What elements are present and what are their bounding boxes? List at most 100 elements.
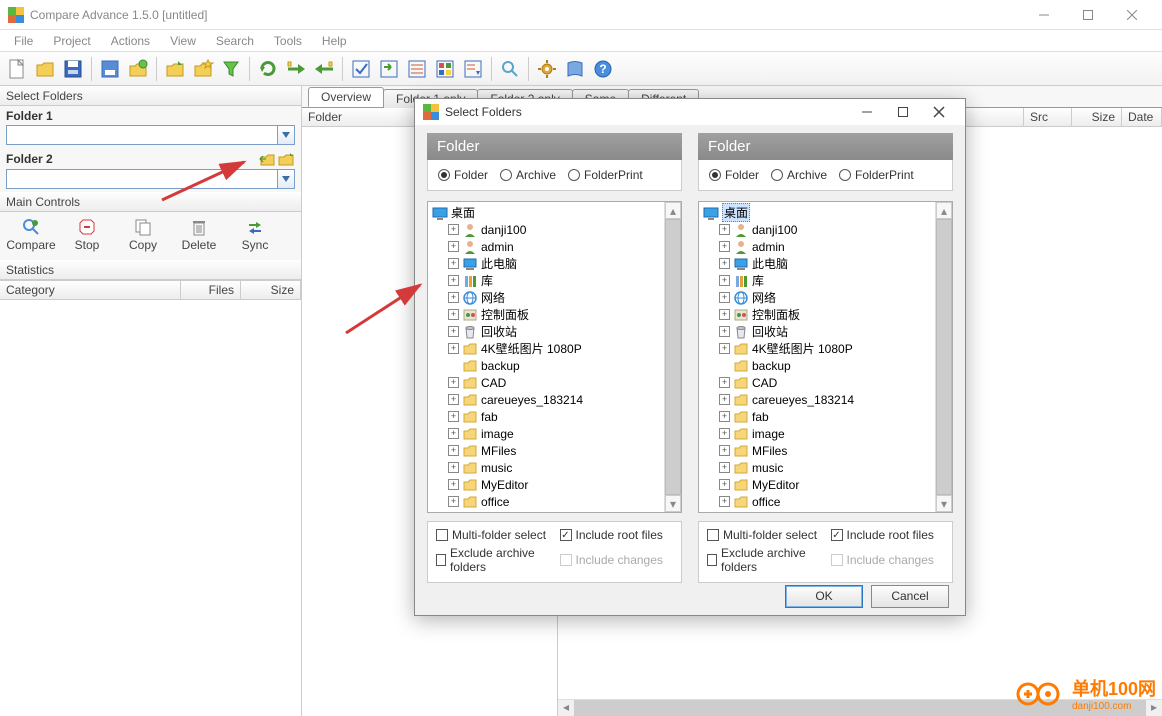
- right-radio-archive[interactable]: Archive: [771, 168, 827, 182]
- left-tree-scrollbar[interactable]: ▴▾: [664, 202, 681, 512]
- col-size[interactable]: Size: [1072, 108, 1122, 126]
- left-tree[interactable]: 桌面+danji100+admin+此电脑+库+网络+控制面板+回收站+4K壁纸…: [427, 201, 682, 513]
- col-date[interactable]: Date: [1122, 108, 1162, 126]
- copy-button[interactable]: Copy: [116, 216, 170, 252]
- menu-project[interactable]: Project: [43, 32, 100, 50]
- check-icon[interactable]: [348, 56, 374, 82]
- browse-folder-icon[interactable]: [277, 151, 295, 167]
- tree-node[interactable]: +网络: [701, 289, 950, 306]
- folder2-dropdown[interactable]: [277, 169, 295, 189]
- gear-icon[interactable]: [534, 56, 560, 82]
- tree-node[interactable]: +MFiles: [430, 442, 679, 459]
- book-icon[interactable]: [562, 56, 588, 82]
- tree-node[interactable]: +库: [430, 272, 679, 289]
- swap-folders-icon[interactable]: [258, 151, 276, 167]
- dialog-maximize-button[interactable]: [885, 99, 921, 125]
- dialog-minimize-button[interactable]: [849, 99, 885, 125]
- tree-node[interactable]: +CAD: [701, 374, 950, 391]
- tree-node[interactable]: 桌面: [430, 204, 679, 221]
- tree-node[interactable]: 桌面: [701, 204, 950, 221]
- tree-node[interactable]: +office: [701, 493, 950, 510]
- list-down-icon[interactable]: [460, 56, 486, 82]
- open-icon[interactable]: [32, 56, 58, 82]
- tree-node[interactable]: +office: [430, 493, 679, 510]
- tree-node[interactable]: +MyEditor: [430, 476, 679, 493]
- tree-node[interactable]: +4K壁纸图片 1080P: [430, 340, 679, 357]
- stop-button[interactable]: Stop: [60, 216, 114, 252]
- minimize-button[interactable]: [1022, 1, 1066, 29]
- tree-node[interactable]: backup: [701, 357, 950, 374]
- left-radio-folder[interactable]: Folder: [438, 168, 488, 182]
- save-disk-icon[interactable]: [97, 56, 123, 82]
- delete-button[interactable]: Delete: [172, 216, 226, 252]
- tree-node[interactable]: +fab: [701, 408, 950, 425]
- folder1-dropdown[interactable]: [277, 125, 295, 145]
- left-check-excl[interactable]: Exclude archive folders: [436, 546, 550, 574]
- tree-node[interactable]: +admin: [701, 238, 950, 255]
- stats-col-files[interactable]: Files: [181, 281, 241, 299]
- ok-button[interactable]: OK: [785, 585, 863, 608]
- tree-node[interactable]: +image: [701, 425, 950, 442]
- right-tree-scrollbar[interactable]: ▴▾: [935, 202, 952, 512]
- tree-node[interactable]: +库: [701, 272, 950, 289]
- tree-node[interactable]: +music: [430, 459, 679, 476]
- right-tree[interactable]: 桌面+danji100+admin+此电脑+库+网络+控制面板+回收站+4K壁纸…: [698, 201, 953, 513]
- tree-node[interactable]: +此电脑: [701, 255, 950, 272]
- sync-button[interactable]: Sync: [228, 216, 282, 252]
- right-check-excl[interactable]: Exclude archive folders: [707, 546, 821, 574]
- folder1-input[interactable]: [6, 125, 277, 145]
- dialog-close-button[interactable]: [921, 99, 957, 125]
- stats-col-category[interactable]: Category: [0, 281, 181, 299]
- tree-node[interactable]: +MFiles: [701, 442, 950, 459]
- tree-node[interactable]: backup: [430, 357, 679, 374]
- list-icon[interactable]: [404, 56, 430, 82]
- menu-search[interactable]: Search: [206, 32, 264, 50]
- tree-node[interactable]: +回收站: [430, 323, 679, 340]
- tree-node[interactable]: +网络: [430, 289, 679, 306]
- maximize-button[interactable]: [1066, 1, 1110, 29]
- tree-node[interactable]: +image: [430, 425, 679, 442]
- filter-icon[interactable]: [218, 56, 244, 82]
- tree-node[interactable]: +回收站: [701, 323, 950, 340]
- stats-col-size[interactable]: Size: [241, 281, 301, 299]
- cancel-button[interactable]: Cancel: [871, 585, 949, 608]
- left-check-multi[interactable]: Multi-folder select: [436, 528, 550, 542]
- tree-node[interactable]: +MyEditor: [701, 476, 950, 493]
- tree-node[interactable]: +fab: [430, 408, 679, 425]
- close-button[interactable]: [1110, 1, 1154, 29]
- search-icon[interactable]: [497, 56, 523, 82]
- sync-in-icon[interactable]: [311, 56, 337, 82]
- transfer-icon[interactable]: [376, 56, 402, 82]
- left-radio-archive[interactable]: Archive: [500, 168, 556, 182]
- tree-node[interactable]: +careueyes_183214: [701, 391, 950, 408]
- tree-node[interactable]: +careueyes_183214: [430, 391, 679, 408]
- menu-help[interactable]: Help: [312, 32, 357, 50]
- tree-node[interactable]: +4K壁纸图片 1080P: [701, 340, 950, 357]
- sync-out-icon[interactable]: [283, 56, 309, 82]
- tree-node[interactable]: +控制面板: [701, 306, 950, 323]
- folder-star-icon[interactable]: [190, 56, 216, 82]
- tab-overview[interactable]: Overview: [308, 87, 384, 107]
- tree-node[interactable]: +danji100: [430, 221, 679, 238]
- compare-button[interactable]: Compare: [4, 216, 58, 252]
- tree-node[interactable]: +CAD: [430, 374, 679, 391]
- tree-node[interactable]: +此电脑: [430, 255, 679, 272]
- help-icon[interactable]: ?: [590, 56, 616, 82]
- col-src[interactable]: Src: [1024, 108, 1072, 126]
- left-radio-folderprint[interactable]: FolderPrint: [568, 168, 643, 182]
- refresh-icon[interactable]: [255, 56, 281, 82]
- tree-node[interactable]: +控制面板: [430, 306, 679, 323]
- tree-node[interactable]: +admin: [430, 238, 679, 255]
- right-radio-folderprint[interactable]: FolderPrint: [839, 168, 914, 182]
- scroll-left[interactable]: ◂: [558, 700, 575, 716]
- menu-actions[interactable]: Actions: [101, 32, 160, 50]
- open-compare-icon[interactable]: [125, 56, 151, 82]
- grid-color-icon[interactable]: [432, 56, 458, 82]
- tree-node[interactable]: +danji100: [701, 221, 950, 238]
- left-check-root[interactable]: ✓Include root files: [560, 528, 674, 542]
- new-icon[interactable]: [4, 56, 30, 82]
- folder-up-icon[interactable]: [162, 56, 188, 82]
- menu-file[interactable]: File: [4, 32, 43, 50]
- save-icon[interactable]: [60, 56, 86, 82]
- folder2-input[interactable]: [6, 169, 277, 189]
